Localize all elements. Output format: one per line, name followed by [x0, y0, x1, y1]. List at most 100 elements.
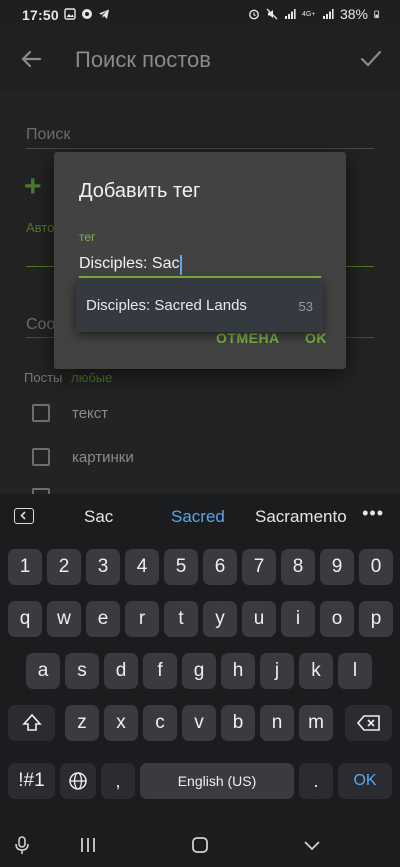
notification-icons	[64, 8, 110, 20]
backspace-key[interactable]	[345, 705, 392, 741]
key-1[interactable]: 1	[8, 549, 42, 585]
keyboard-suggestion[interactable]: Sacred	[171, 507, 225, 527]
key-d[interactable]: d	[104, 653, 138, 689]
checkbox[interactable]	[32, 448, 50, 466]
text-cursor	[180, 255, 182, 275]
shift-key[interactable]	[8, 705, 55, 741]
key-2[interactable]: 2	[47, 549, 81, 585]
back-down-icon[interactable]	[300, 833, 324, 857]
page-title: Поиск постов	[75, 47, 211, 72]
globe-icon	[69, 772, 87, 790]
period-key[interactable]: .	[299, 763, 333, 799]
tag-field-label: тег	[79, 230, 96, 244]
key-9[interactable]: 9	[320, 549, 354, 585]
dialog-title: Добавить тег	[79, 180, 201, 202]
key-5[interactable]: 5	[164, 549, 198, 585]
key-v[interactable]: v	[182, 705, 216, 741]
key-f[interactable]: f	[143, 653, 177, 689]
checkbox-images[interactable]: картинки	[32, 448, 134, 466]
posts-filter[interactable]: Посты любые	[24, 370, 112, 385]
mute-icon	[266, 8, 278, 20]
checkbox[interactable]	[32, 404, 50, 422]
arrow-left-icon[interactable]	[18, 46, 44, 72]
image-icon	[64, 8, 76, 20]
key-b[interactable]: b	[221, 705, 255, 741]
key-c[interactable]: c	[143, 705, 177, 741]
battery-icon	[374, 10, 380, 19]
key-7[interactable]: 7	[242, 549, 276, 585]
checkbox-text[interactable]: текст	[32, 404, 108, 422]
community-field-label[interactable]: Соо	[26, 316, 55, 334]
key-z[interactable]: z	[65, 705, 99, 741]
key-h[interactable]: h	[221, 653, 255, 689]
suggestion-count: 53	[298, 299, 313, 314]
add-tag-dialog: Добавить тег тег ОТМЕНА OK	[54, 152, 346, 369]
signal-icon	[284, 9, 296, 19]
space-key[interactable]: English (US)	[140, 763, 294, 799]
microphone-icon[interactable]	[10, 833, 34, 857]
author-field-label: Авто	[26, 220, 55, 235]
cancel-button[interactable]: ОТМЕНА	[216, 330, 280, 346]
key-m[interactable]: m	[299, 705, 333, 741]
checkbox-label: текст	[72, 404, 109, 422]
checkbox-label: картинки	[72, 448, 134, 466]
battery-percent: 38%	[339, 6, 368, 22]
key-w[interactable]: w	[47, 601, 81, 637]
key-l[interactable]: l	[338, 653, 372, 689]
status-right-group: 4G+ 38%	[248, 6, 382, 22]
system-nav-bar	[0, 825, 400, 867]
signal-icon	[322, 9, 334, 19]
recent-apps-icon[interactable]	[76, 833, 100, 857]
tag-suggestion-item[interactable]: Disciples: Sacred Lands 53	[76, 280, 323, 332]
key-r[interactable]: r	[125, 601, 159, 637]
key-s[interactable]: s	[65, 653, 99, 689]
home-icon[interactable]	[188, 833, 212, 857]
comma-key[interactable]: ,	[101, 763, 135, 799]
alarm-icon	[249, 9, 259, 20]
keyboard-suggestion-bar: Sac Sacred Sacramento •••	[0, 494, 400, 538]
key-n[interactable]: n	[260, 705, 294, 741]
keyboard-suggestion[interactable]: Sacramento	[255, 507, 347, 527]
key-8[interactable]: 8	[281, 549, 315, 585]
key-x[interactable]: x	[104, 705, 138, 741]
key-e[interactable]: e	[86, 601, 120, 637]
symbols-key[interactable]: !#1	[8, 763, 55, 799]
keyboard-toolbar-icon[interactable]	[14, 508, 34, 524]
search-underline	[26, 148, 374, 149]
posts-label: Посты	[24, 370, 63, 385]
key-t[interactable]: t	[164, 601, 198, 637]
search-field-label[interactable]: Поиск	[26, 126, 70, 144]
key-6[interactable]: 6	[203, 549, 237, 585]
language-key[interactable]	[60, 763, 96, 799]
message-icon	[82, 9, 92, 19]
key-a[interactable]: a	[26, 653, 60, 689]
check-icon[interactable]	[358, 46, 384, 72]
key-i[interactable]: i	[281, 601, 315, 637]
key-y[interactable]: y	[203, 601, 237, 637]
add-tag-button[interactable]: +	[24, 170, 42, 204]
suggestion-text: Disciples: Sacred Lands	[86, 297, 247, 314]
key-4[interactable]: 4	[125, 549, 159, 585]
key-o[interactable]: o	[320, 601, 354, 637]
key-3[interactable]: 3	[86, 549, 120, 585]
key-q[interactable]: q	[8, 601, 42, 637]
shift-icon	[21, 713, 42, 731]
tag-input[interactable]	[79, 252, 321, 278]
ok-button[interactable]: OK	[305, 330, 327, 346]
backspace-icon	[356, 715, 380, 731]
app-bar: Поиск постов	[0, 30, 400, 90]
status-time: 17:50	[22, 7, 59, 23]
more-options-icon[interactable]: •••	[362, 503, 384, 524]
key-k[interactable]: k	[299, 653, 333, 689]
keyboard-suggestion[interactable]: Sac	[84, 507, 113, 527]
key-p[interactable]: p	[359, 601, 393, 637]
enter-key[interactable]: OK	[338, 763, 392, 799]
key-u[interactable]: u	[242, 601, 276, 637]
key-0[interactable]: 0	[359, 549, 393, 585]
key-j[interactable]: j	[260, 653, 294, 689]
key-g[interactable]: g	[182, 653, 216, 689]
telegram-icon	[99, 9, 109, 19]
status-bar: 17:50 4G+ 38%	[0, 0, 400, 30]
on-screen-keyboard: Sac Sacred Sacramento ••• 1234567890 qwer…	[0, 494, 400, 825]
network-type: 4G+	[301, 10, 316, 18]
